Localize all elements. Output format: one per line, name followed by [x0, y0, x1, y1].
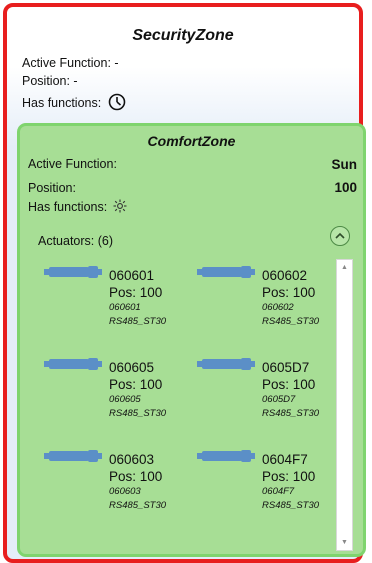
actuator-details: 060603 Pos: 100 060603 RS485_ST30: [109, 451, 166, 513]
comfort-active-function-label: Active Function:: [28, 157, 117, 171]
actuator-name: 060602: [262, 268, 308, 283]
actuator-id: 0604F7: [262, 486, 295, 497]
actuator-position: Pos: 100: [262, 377, 316, 392]
comfort-zone-panel: ComfortZone Active Function: Sun Positio…: [17, 123, 366, 557]
comfort-active-function-value: Sun: [331, 157, 358, 172]
security-has-functions-label: Has functions:: [22, 95, 102, 110]
actuator-type: RS485_ST30: [262, 500, 320, 511]
actuator-position: Pos: 100: [109, 377, 163, 392]
actuator-details: 060605 Pos: 100 060605 RS485_ST30: [109, 359, 166, 421]
actuator-name: 0605D7: [262, 360, 310, 375]
actuator-id: 060602: [262, 302, 294, 313]
actuator-list-scrollbar[interactable]: ▲ ▼: [336, 259, 353, 551]
scroll-down-arrow[interactable]: ▼: [337, 535, 352, 550]
actuator-type: RS485_ST30: [109, 500, 167, 511]
chevron-up-icon: [335, 227, 345, 245]
actuator-name: 060603: [109, 452, 155, 467]
comfort-has-functions: Has functions:: [28, 199, 127, 216]
scroll-up-arrow[interactable]: ▲: [337, 260, 352, 275]
actuator-type: RS485_ST30: [262, 408, 320, 419]
actuator-motor-icon: [44, 357, 102, 376]
security-active-function: Active Function: -: [22, 56, 119, 70]
clock-icon: [108, 93, 126, 114]
actuator-position: Pos: 100: [262, 285, 316, 300]
actuator-name: 0604F7: [262, 452, 308, 467]
actuator-item[interactable]: 0604F7 Pos: 100 0604F7 RS485_ST30: [197, 445, 347, 535]
security-position: Position: -: [22, 74, 78, 88]
comfort-zone-title: ComfortZone: [147, 133, 236, 149]
collapse-button[interactable]: [330, 226, 350, 246]
comfort-position-value: 100: [334, 180, 357, 195]
actuator-item[interactable]: 060605 Pos: 100 060605 RS485_ST30: [44, 353, 194, 443]
actuator-motor-icon: [44, 265, 102, 284]
actuator-details: 0605D7 Pos: 100 0605D7 RS485_ST30: [262, 359, 319, 421]
actuator-item[interactable]: 060603 Pos: 100 060603 RS485_ST30: [44, 445, 194, 535]
sun-icon: [113, 199, 127, 216]
security-zone-title: SecurityZone: [132, 27, 234, 44]
actuator-type: RS485_ST30: [262, 316, 320, 327]
actuator-type: RS485_ST30: [109, 408, 167, 419]
actuator-details: 060601 Pos: 100 060601 RS485_ST30: [109, 267, 166, 329]
comfort-position-label: Position:: [28, 181, 76, 195]
actuator-motor-icon: [44, 449, 102, 468]
actuator-item[interactable]: 060602 Pos: 100 060602 RS485_ST30: [197, 261, 347, 351]
actuators-label: Actuators: (6): [38, 234, 114, 248]
comfort-has-functions-label: Has functions:: [28, 199, 108, 214]
actuator-details: 060602 Pos: 100 060602 RS485_ST30: [262, 267, 319, 329]
actuator-details: 0604F7 Pos: 100 0604F7 RS485_ST30: [262, 451, 319, 513]
actuator-type: RS485_ST30: [109, 316, 167, 327]
actuator-motor-icon: [197, 449, 255, 468]
actuator-id: 0605D7: [262, 394, 296, 405]
actuator-position: Pos: 100: [109, 469, 163, 484]
actuator-name: 060605: [109, 360, 155, 375]
actuator-position: Pos: 100: [109, 285, 163, 300]
actuator-id: 060605: [109, 394, 141, 405]
actuator-id: 060603: [109, 486, 141, 497]
actuator-id: 060601: [109, 302, 141, 313]
actuator-motor-icon: [197, 357, 255, 376]
security-has-functions: Has functions:: [22, 93, 126, 114]
actuator-item[interactable]: 060601 Pos: 100 060601 RS485_ST30: [44, 261, 194, 351]
actuator-list: 060601 Pos: 100 060601 RS485_ST30 060602 Pos:…: [32, 261, 337, 548]
actuator-item[interactable]: 0605D7 Pos: 100 0605D7 RS485_ST30: [197, 353, 347, 443]
actuator-position: Pos: 100: [262, 469, 316, 484]
actuator-name: 060601: [109, 268, 155, 283]
actuator-motor-icon: [197, 265, 255, 284]
